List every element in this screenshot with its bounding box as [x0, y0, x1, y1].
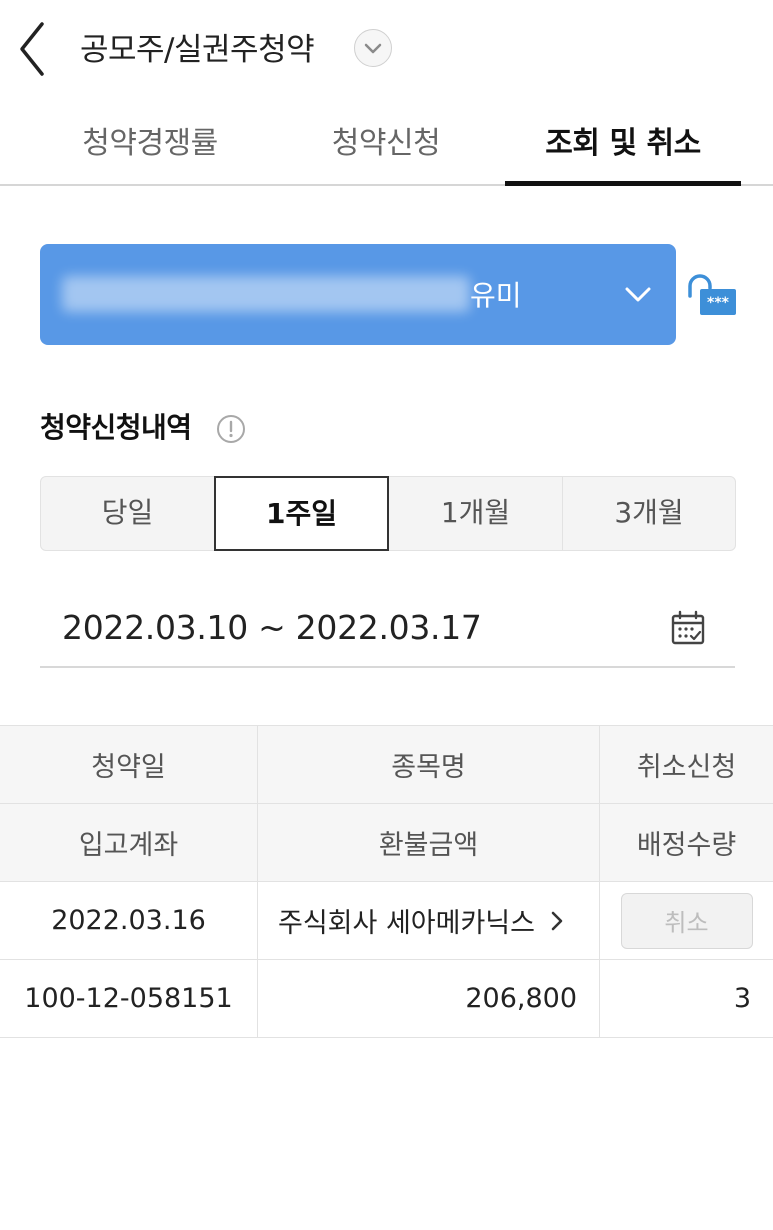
header-allotted-quantity: 배정수량: [636, 830, 737, 861]
header-subscription-date: 청약일: [0, 726, 258, 803]
subscription-table: 청약일 종목명 취소신청 입고계좌 환불금액 배정수량 2022.03.16 주…: [0, 725, 773, 1038]
stock-name: 주식회사 세아메카닉스: [278, 908, 535, 939]
header-stock-name: 종목명: [258, 726, 600, 803]
date-range-text: 2022.03.10 ~ 2022.03.17: [62, 608, 482, 647]
header-cancel-request: 취소신청: [636, 752, 737, 783]
cancel-button[interactable]: 취소: [620, 892, 753, 949]
subscription-history-page: 공모주/실권주청약 청약경쟁률 청약신청 조회 및 취소 유미 *** 청약신청…: [0, 0, 773, 1230]
deposit-account: 100-12-058151: [0, 960, 258, 1037]
period-selector: 당일 1주일 1개월 3개월: [40, 476, 736, 551]
stock-name-link[interactable]: 주식회사 세아메카닉스: [258, 882, 600, 959]
chevron-down-icon: [364, 43, 382, 54]
cancel-cell: 취소: [600, 882, 773, 959]
period-1month-button[interactable]: 1개월: [388, 476, 563, 551]
account-selector[interactable]: 유미: [40, 244, 676, 345]
table-row: 100-12-058151 206,800 3: [0, 960, 773, 1038]
period-3month-button[interactable]: 3개월: [562, 476, 736, 551]
app-header: 공모주/실권주청약: [0, 0, 773, 92]
page-title: 공모주/실권주청약: [80, 32, 315, 68]
tab-bar: 청약경쟁률 청약신청 조회 및 취소: [0, 100, 773, 186]
chevron-right-icon: [551, 911, 563, 930]
account-number-masked: [62, 276, 470, 312]
calendar-icon[interactable]: [670, 610, 706, 646]
tab-subscription-apply[interactable]: 청약신청: [276, 118, 496, 184]
info-circle-icon[interactable]: [216, 414, 246, 444]
back-button[interactable]: [14, 20, 54, 78]
header-refund-amount: 환불금액: [258, 804, 600, 881]
refund-amount: 206,800: [258, 960, 600, 1037]
title-dropdown-button[interactable]: [354, 29, 392, 67]
table-header-row: 청약일 종목명 취소신청: [0, 726, 773, 804]
period-today-button[interactable]: 당일: [40, 476, 215, 551]
svg-text:***: ***: [707, 295, 730, 311]
date-range-field[interactable]: 2022.03.10 ~ 2022.03.17: [40, 588, 735, 668]
section-title: 청약신청내역: [40, 411, 192, 444]
back-chevron-icon: [20, 22, 44, 76]
account-holder-name: 유미: [470, 279, 522, 312]
tab-inquiry-cancel[interactable]: 조회 및 취소: [505, 118, 741, 186]
chevron-down-icon: [625, 287, 651, 302]
tab-competition-rate[interactable]: 청약경쟁률: [40, 118, 260, 184]
header-deposit-account: 입고계좌: [0, 804, 258, 881]
period-1week-button[interactable]: 1주일: [214, 476, 389, 551]
unlock-password-icon[interactable]: ***: [686, 272, 738, 318]
subscription-date: 2022.03.16: [0, 882, 258, 959]
table-header-row: 입고계좌 환불금액 배정수량: [0, 804, 773, 882]
table-row: 2022.03.16 주식회사 세아메카닉스 취소: [0, 882, 773, 960]
allotted-quantity: 3: [733, 983, 751, 1014]
